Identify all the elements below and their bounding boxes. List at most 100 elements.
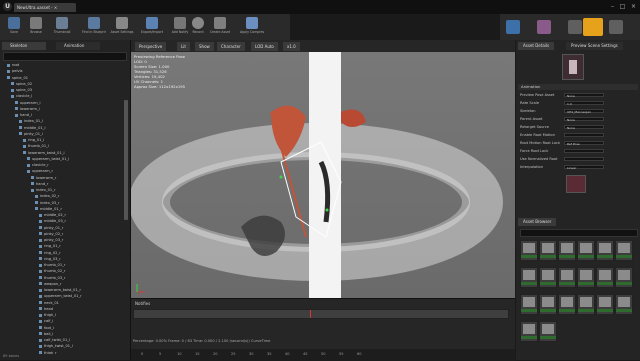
asset-thumbnail-item[interactable] xyxy=(577,267,595,288)
section-header[interactable]: Animation xyxy=(518,84,638,90)
frame-tick-label: 20 xyxy=(213,352,218,356)
property-row: Rate Scale 1.0 xyxy=(520,100,636,106)
maximize-button[interactable]: □ xyxy=(618,2,627,11)
property-value[interactable]: Ref Pose xyxy=(564,141,604,146)
animation-mode-icon[interactable] xyxy=(568,20,582,34)
lit-button[interactable]: Lit xyxy=(177,42,190,51)
folder-icon xyxy=(30,17,42,29)
physics-mode-icon[interactable] xyxy=(609,20,623,34)
asset-thumbnail-item[interactable] xyxy=(577,240,595,261)
browse-button[interactable]: Browse xyxy=(24,16,48,38)
property-value[interactable]: Linear xyxy=(564,165,604,170)
perspective-button[interactable]: Perspective xyxy=(135,42,167,51)
tree-row-label: clavicle_r xyxy=(32,163,49,167)
bone-icon xyxy=(35,207,38,211)
mode-toolbar xyxy=(500,14,640,40)
property-value[interactable] xyxy=(564,149,604,153)
tab-asset-details[interactable]: Asset Details xyxy=(518,42,555,50)
asset-thumbnail-item[interactable] xyxy=(539,240,557,261)
animation-icon xyxy=(618,297,630,307)
playback-speed-button[interactable]: x1.0 xyxy=(283,42,300,51)
active-mode-button[interactable] xyxy=(583,18,603,36)
bone-icon xyxy=(39,338,42,342)
close-button[interactable]: × xyxy=(629,2,638,11)
apply-compression-button[interactable]: Apply Compression xyxy=(240,16,264,38)
bone-icon xyxy=(39,288,42,292)
asset-type-bar xyxy=(616,282,632,285)
tree-row-label: foot_l xyxy=(44,325,54,330)
property-value[interactable]: None xyxy=(564,117,604,122)
asset-thumbnail-item[interactable] xyxy=(520,294,538,315)
tab-animation[interactable]: Animation xyxy=(56,42,100,50)
thumbnail-button[interactable]: Thumbnail xyxy=(50,16,74,38)
bone-icon xyxy=(39,232,42,236)
timeline-ruler[interactable]: 0 5 10 15 20 25 30 35 40 45 50 55 60 xyxy=(131,349,515,361)
property-value[interactable] xyxy=(564,133,604,137)
asset-thumbnail-item[interactable] xyxy=(596,267,614,288)
notify-track[interactable] xyxy=(133,309,509,319)
asset-thumbnail-item[interactable] xyxy=(558,294,576,315)
viewport[interactable]: Perspective Lit Show Character LOD Auto … xyxy=(131,40,515,298)
asset-settings-button[interactable]: Asset Settings xyxy=(110,16,134,38)
asset-thumbnail-item[interactable] xyxy=(539,294,557,315)
asset-thumbnail-item[interactable] xyxy=(520,240,538,261)
property-value[interactable] xyxy=(564,157,604,161)
tree-scrollbar[interactable] xyxy=(124,100,128,220)
bone-icon xyxy=(11,88,14,92)
asset-type-bar xyxy=(578,309,594,312)
mesh-mode-icon[interactable] xyxy=(537,20,551,34)
lod-button[interactable]: LOD Auto xyxy=(251,42,278,51)
bone-icon xyxy=(35,194,38,198)
create-asset-button[interactable]: Create Asset xyxy=(208,16,232,38)
asset-thumbnail-item[interactable] xyxy=(615,267,633,288)
tree-row-label: middle_03_r xyxy=(44,219,66,224)
property-row: Enable Root Motion xyxy=(520,132,636,138)
asset-thumbnail[interactable] xyxy=(562,54,584,80)
export-import-button[interactable]: Export/Import xyxy=(140,16,164,38)
skeleton-mode-icon[interactable] xyxy=(506,20,520,34)
bone-icon xyxy=(11,94,14,98)
viewport-scene[interactable]: Previewing Reference Pose LOD: 0 Screen … xyxy=(131,52,515,298)
tab-preview-scene-settings[interactable]: Preview Scene Settings xyxy=(566,42,623,50)
property-row: Use Normalized Root xyxy=(520,156,636,162)
unreal-logo[interactable]: U xyxy=(3,2,12,11)
asset-thumbnail-item[interactable] xyxy=(615,240,633,261)
asset-search-input[interactable] xyxy=(520,229,638,237)
asset-thumbnail-item[interactable] xyxy=(539,267,557,288)
property-value[interactable]: None xyxy=(564,125,604,130)
character-button[interactable]: Character xyxy=(217,42,245,51)
save-button[interactable]: Save xyxy=(2,16,26,38)
property-value[interactable]: UE4_Mannequin xyxy=(564,109,604,114)
asset-thumbnail-item[interactable] xyxy=(520,267,538,288)
anim-sequencer: Notifies Percentage: 0.00% Frame: 0 / 63… xyxy=(131,298,515,361)
tab-asset-browser[interactable]: Asset Browser xyxy=(518,218,557,226)
minimize-button[interactable]: – xyxy=(608,2,617,11)
property-label: Enable Root Motion xyxy=(520,133,555,137)
animation-icon xyxy=(618,270,630,280)
show-button[interactable]: Show xyxy=(195,42,214,51)
asset-thumbnail-item[interactable] xyxy=(558,240,576,261)
asset-thumbnail-item[interactable] xyxy=(558,267,576,288)
record-button[interactable]: Record xyxy=(186,16,210,38)
asset-thumbnail-item[interactable] xyxy=(577,294,595,315)
search-input[interactable] xyxy=(3,52,127,61)
animation-icon xyxy=(580,297,592,307)
property-value[interactable]: None xyxy=(564,93,604,98)
asset-thumbnail-item[interactable] xyxy=(596,294,614,315)
color-swatch[interactable] xyxy=(566,175,586,193)
property-row: Root Motion Root Lock Ref Pose xyxy=(520,140,636,146)
asset-thumbnail-item[interactable] xyxy=(520,321,538,342)
find-in-blueprints-button[interactable]: Find in Blueprints xyxy=(82,16,106,38)
asset-type-bar xyxy=(559,282,575,285)
tab-skeleton[interactable]: Skeleton xyxy=(2,42,46,50)
property-value[interactable]: 1.0 xyxy=(564,101,604,106)
tree-row-label: ring_03_r xyxy=(44,256,61,261)
tree-row-label: index_03_r xyxy=(40,200,60,205)
playhead[interactable] xyxy=(310,310,311,318)
bone-icon xyxy=(15,113,18,117)
asset-thumbnail-item[interactable] xyxy=(596,240,614,261)
document-tab[interactable]: NewUltra.uasset - × xyxy=(14,3,76,12)
asset-thumbnail-item[interactable] xyxy=(615,294,633,315)
details-panel: Asset Details Preview Scene Settings Ani… xyxy=(516,40,640,360)
asset-thumbnail-item[interactable] xyxy=(539,321,557,342)
